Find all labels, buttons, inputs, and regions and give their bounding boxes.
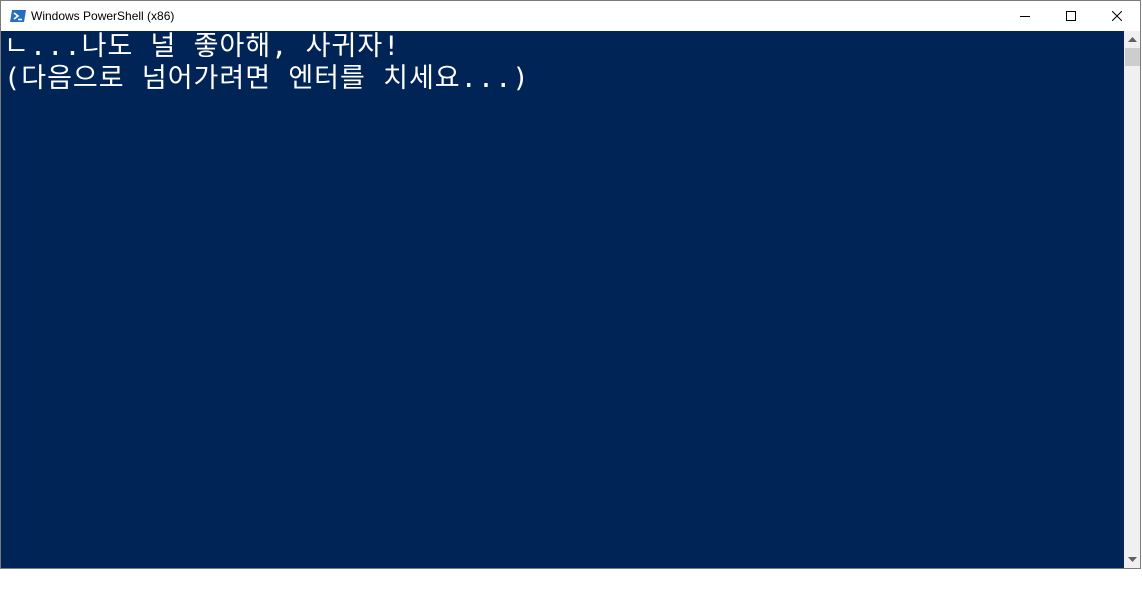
window-title: Windows PowerShell (x86)	[31, 9, 175, 23]
chevron-down-icon	[1128, 556, 1137, 562]
minimize-button[interactable]	[1002, 1, 1048, 31]
vertical-scrollbar[interactable]	[1124, 31, 1140, 568]
scroll-thumb[interactable]	[1125, 48, 1140, 66]
console-line: (다음으로 넘어가려면 엔터를 치세요...)	[4, 63, 530, 94]
scroll-up-button[interactable]	[1124, 31, 1140, 48]
close-button[interactable]	[1094, 1, 1140, 31]
scroll-down-button[interactable]	[1124, 551, 1140, 568]
minimize-icon	[1020, 16, 1030, 17]
title-bar[interactable]: Windows PowerShell (x86)	[1, 1, 1140, 31]
close-icon	[1112, 11, 1122, 21]
maximize-button[interactable]	[1048, 1, 1094, 31]
chevron-up-icon	[1128, 36, 1137, 42]
maximize-icon	[1066, 11, 1076, 21]
console-output[interactable]: ㄴ...나도 널 좋아해, 사귀자! (다음으로 넘어가려면 엔터를 치세요..…	[1, 31, 1124, 568]
powershell-window: Windows PowerShell (x86) ㄴ...나도 널 좋아해, 사…	[0, 0, 1141, 569]
console-line: ㄴ...나도 널 좋아해, 사귀자!	[4, 31, 401, 62]
powershell-icon	[10, 8, 26, 24]
window-controls	[1002, 1, 1140, 31]
